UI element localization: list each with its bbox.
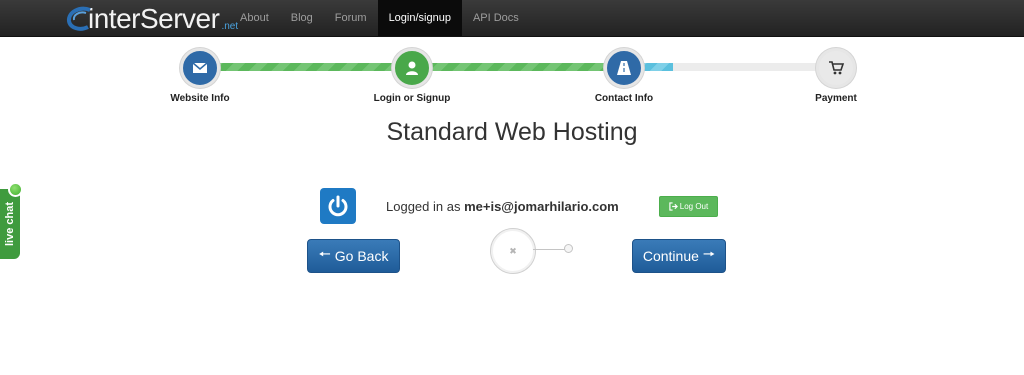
sign-out-icon: [669, 202, 678, 211]
arrow-right-icon: 🠖: [702, 246, 716, 262]
live-chat-label: live chat: [4, 201, 16, 247]
top-navbar: interServer .net About Blog Forum Login/…: [0, 0, 1024, 37]
checkout-progress: Website Info Login or Signup Contact Inf…: [0, 48, 1024, 112]
spinner-connector: [533, 249, 565, 250]
interserver-logo[interactable]: interServer .net: [64, 2, 238, 34]
step-circle: [180, 48, 220, 88]
user-icon: [406, 61, 418, 75]
progress-track: [200, 63, 836, 71]
log-out-label: Log Out: [679, 202, 709, 211]
go-back-label: Go Back: [334, 248, 389, 264]
step-label: Login or Signup: [373, 93, 451, 104]
step-circle: [816, 48, 856, 88]
logged-in-email: me+is@jomarhilario.com: [464, 199, 619, 214]
step-website-info: Website Info: [140, 48, 260, 104]
logged-in-status: Logged in as me+is@jomarhilario.com: [386, 199, 619, 214]
page-title: Standard Web Hosting: [386, 118, 638, 146]
logo-text: interServer: [88, 3, 220, 34]
road-icon: [617, 61, 631, 75]
continue-label: Continue: [642, 248, 699, 264]
step-circle: [604, 48, 644, 88]
online-status-icon: [8, 182, 23, 197]
step-label: Contact Info: [594, 93, 654, 104]
spinner-knob: [564, 244, 573, 253]
continue-button[interactable]: Continue 🠖: [632, 239, 726, 273]
loading-spinner: ✖: [490, 228, 536, 274]
logo-swoosh-icon: [64, 4, 94, 34]
step-circle: [392, 48, 432, 88]
step-contact-info: Contact Info: [564, 48, 684, 104]
step-login-or-signup: Login or Signup: [352, 48, 472, 104]
logged-in-prefix: Logged in as: [386, 199, 461, 214]
nav-item-blog[interactable]: Blog: [280, 0, 324, 36]
nav-item-about[interactable]: About: [229, 0, 280, 36]
live-chat-tab[interactable]: live chat: [0, 189, 20, 259]
arrow-left-icon: 🠔: [318, 246, 331, 262]
cart-icon: [829, 61, 845, 75]
nav-menu: About Blog Forum Login/signup API Docs: [229, 0, 530, 36]
go-back-button[interactable]: 🠔 Go Back: [307, 239, 400, 273]
step-label: Payment: [815, 93, 857, 104]
nav-item-api-docs[interactable]: API Docs: [462, 0, 530, 36]
close-icon: ✖: [509, 245, 517, 256]
step-payment: Payment: [776, 48, 896, 104]
power-icon: [328, 195, 348, 217]
log-out-button[interactable]: Log Out: [659, 196, 718, 217]
envelope-icon: [192, 62, 208, 73]
nav-item-login-signup[interactable]: Login/signup: [377, 0, 462, 36]
step-label: Website Info: [170, 93, 230, 104]
account-avatar: [320, 188, 356, 224]
nav-item-forum[interactable]: Forum: [324, 0, 378, 36]
